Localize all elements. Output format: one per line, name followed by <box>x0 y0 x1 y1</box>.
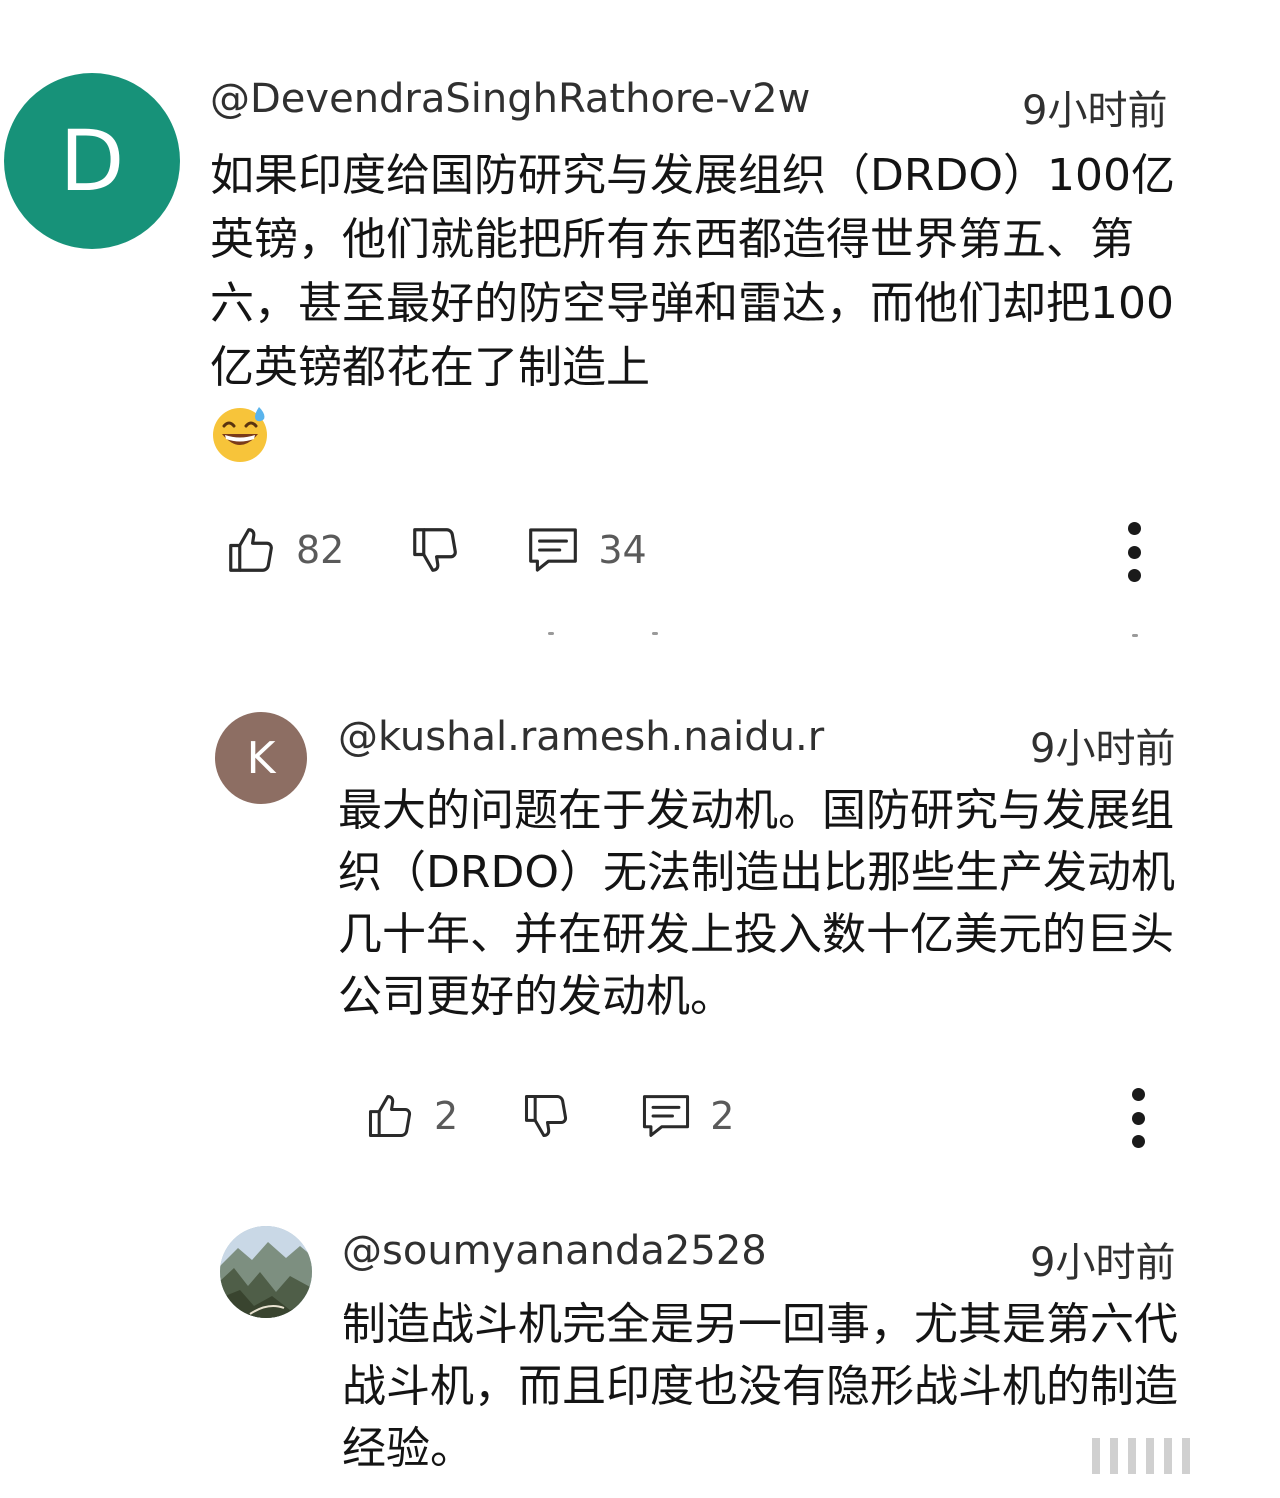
comment-author[interactable]: @soumyananda2528 <box>342 1228 767 1274</box>
comment-time: 9小时前 <box>1030 1240 1176 1286</box>
watermark <box>1092 1436 1252 1476</box>
comment-text: 制造战斗机完全是另一回事，尤其是第六代战斗机，而且印度也没有隐形战斗机的制造经验… <box>342 1294 1198 1480</box>
avatar[interactable] <box>220 1226 312 1318</box>
comment-text-content: 制造战斗机完全是另一回事，尤其是第六代战斗机，而且印度也没有隐形战斗机的制造经验… <box>342 1299 1178 1474</box>
comment-3: @soumyananda2528 9小时前 制造战斗机完全是另一回事，尤其是第六… <box>0 0 1280 1498</box>
mountain-landscape-photo <box>220 1226 312 1318</box>
